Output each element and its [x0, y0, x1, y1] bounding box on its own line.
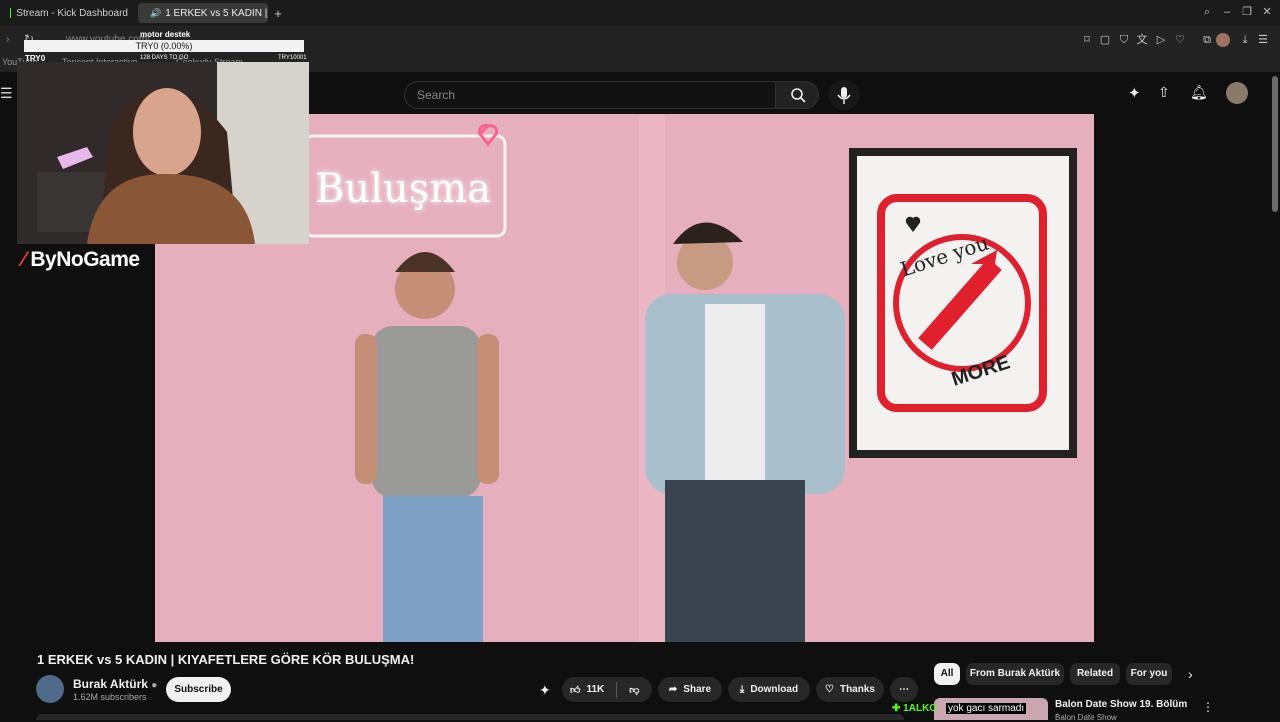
download-label: Download [750, 684, 798, 695]
recommended-title[interactable]: Balon Date Show 19. Bölüm [1055, 699, 1187, 710]
search-tabs-icon[interactable]: ⌕ [1200, 5, 1214, 19]
minimize-icon[interactable]: – [1220, 5, 1234, 19]
hamburger-menu-icon[interactable]: ☰ [0, 85, 13, 102]
forward-icon[interactable]: › [6, 34, 9, 45]
download-arrow-icon: ⤓ [740, 684, 744, 695]
channel-name-text: Burak Aktürk [73, 677, 148, 691]
speaker-icon: 🔊 [150, 8, 161, 19]
more-actions-button[interactable]: ⋯ [890, 677, 918, 702]
thanks-label: Thanks [840, 684, 875, 695]
microphone-icon [828, 80, 860, 110]
chip-from-channel[interactable]: From Burak Aktürk [966, 663, 1064, 685]
extensions-icon[interactable]: ⧉ [1200, 33, 1214, 47]
search-icon [776, 82, 820, 108]
browser-tab-bar: Stream - Kick Dashboard 🔊 1 ERKEK vs 5 K… [0, 0, 1280, 26]
profile-avatar[interactable] [1216, 33, 1230, 47]
verified-icon: ● [151, 680, 157, 691]
download-icon[interactable]: ⤓ [1238, 33, 1252, 47]
chat-message: ✚ 1ALKO [892, 703, 937, 714]
bynogame-logo: ⁄ ByNoGame [22, 248, 140, 272]
like-button[interactable]: 👍︎ 11K [570, 684, 604, 696]
chat-badge-icon: ✚ [892, 703, 900, 714]
account-avatar[interactable] [1226, 82, 1248, 104]
video-title: 1 ERKEK vs 5 KADIN | KIYAFETLERE GÖRE KÖ… [37, 652, 414, 667]
like-count: 11K [586, 684, 604, 695]
chip-related[interactable]: Related [1070, 663, 1120, 685]
chip-all[interactable]: All [934, 663, 960, 685]
page-scrollbar[interactable] [1272, 76, 1278, 212]
play-icon[interactable]: ▷ [1154, 33, 1168, 47]
bynogame-icon: ⁄ [22, 248, 25, 271]
webcam-feed [17, 62, 309, 244]
subscribe-button[interactable]: Subscribe [166, 677, 231, 702]
new-tab-button[interactable]: + [270, 3, 286, 23]
subscriber-count: 1.62M subscribers [73, 692, 147, 702]
goal-progress-text: TRY0 (0.00%) [136, 41, 193, 51]
webcam-image [17, 62, 309, 244]
thanks-heart-icon: ♡ [825, 684, 834, 695]
share-button[interactable]: ➦ Share [658, 677, 722, 702]
gemini-sparkle-icon[interactable]: ✦ [539, 682, 551, 699]
heart-icon[interactable]: ♡ [1173, 33, 1187, 47]
channel-avatar[interactable] [36, 675, 64, 703]
tab-youtube-video[interactable]: 🔊 1 ERKEK vs 5 KADIN | [138, 3, 268, 23]
screenshot-icon[interactable]: ▢ [1098, 33, 1112, 47]
recommended-channel: Balon Date Show [1055, 713, 1117, 722]
thanks-button[interactable]: ♡ Thanks [816, 677, 884, 702]
notifications-icon[interactable]: 🔔︎ [1190, 84, 1208, 101]
create-icon[interactable]: ✦ [1128, 84, 1141, 102]
search-input[interactable]: Search [404, 81, 776, 109]
chip-for-you[interactable]: For you [1126, 663, 1172, 685]
thumbs-up-icon: 👍︎ [570, 684, 580, 696]
channel-name[interactable]: Burak Aktürk ● [73, 677, 157, 691]
tab-label: Stream - Kick Dashboard [16, 8, 128, 19]
goal-days: 128 DAYS TO GO [140, 55, 188, 61]
search-button[interactable] [775, 81, 819, 109]
more-horizontal-icon: ⋯ [899, 684, 909, 695]
bookmark-icon[interactable]: ⌑ [1080, 33, 1094, 47]
restore-icon[interactable]: ❐ [1240, 5, 1254, 19]
divider [616, 682, 617, 698]
like-dislike-group: 👍︎ 11K 👎︎ [562, 677, 652, 702]
share-icon: ➦ [669, 684, 677, 695]
chips-next-icon[interactable]: › [1188, 666, 1193, 682]
brand-text: ByNoGame [30, 248, 139, 271]
tab-kick-dashboard[interactable]: Stream - Kick Dashboard [4, 3, 134, 23]
chat-text: yok gacı sarmadı [946, 703, 1026, 714]
tab-label: 1 ERKEK vs 5 KADIN | [165, 8, 267, 19]
neon-sign-text: Buluşma [315, 166, 491, 212]
translate-icon[interactable]: 文 [1135, 33, 1149, 47]
more-vertical-icon[interactable]: ⋮ [1202, 700, 1214, 714]
dislike-button[interactable]: 👎︎ [629, 684, 639, 696]
goal-progress-bar: TRY0 (0.00%) [24, 40, 304, 52]
close-icon[interactable]: ✕ [1260, 5, 1274, 19]
download-button[interactable]: ⤓ Download [728, 677, 810, 702]
share-label: Share [683, 684, 711, 695]
chat-username: 1ALKO [903, 703, 937, 714]
voice-search-button[interactable] [828, 80, 860, 110]
menu-icon[interactable]: ☰ [1256, 33, 1270, 47]
upload-icon[interactable]: ⇧ [1158, 84, 1170, 101]
shield-icon[interactable]: ⛉ [1117, 33, 1131, 47]
goal-target: TRY10001 [278, 55, 307, 61]
description-box[interactable] [36, 714, 904, 720]
goal-title: motor destek [140, 30, 190, 39]
